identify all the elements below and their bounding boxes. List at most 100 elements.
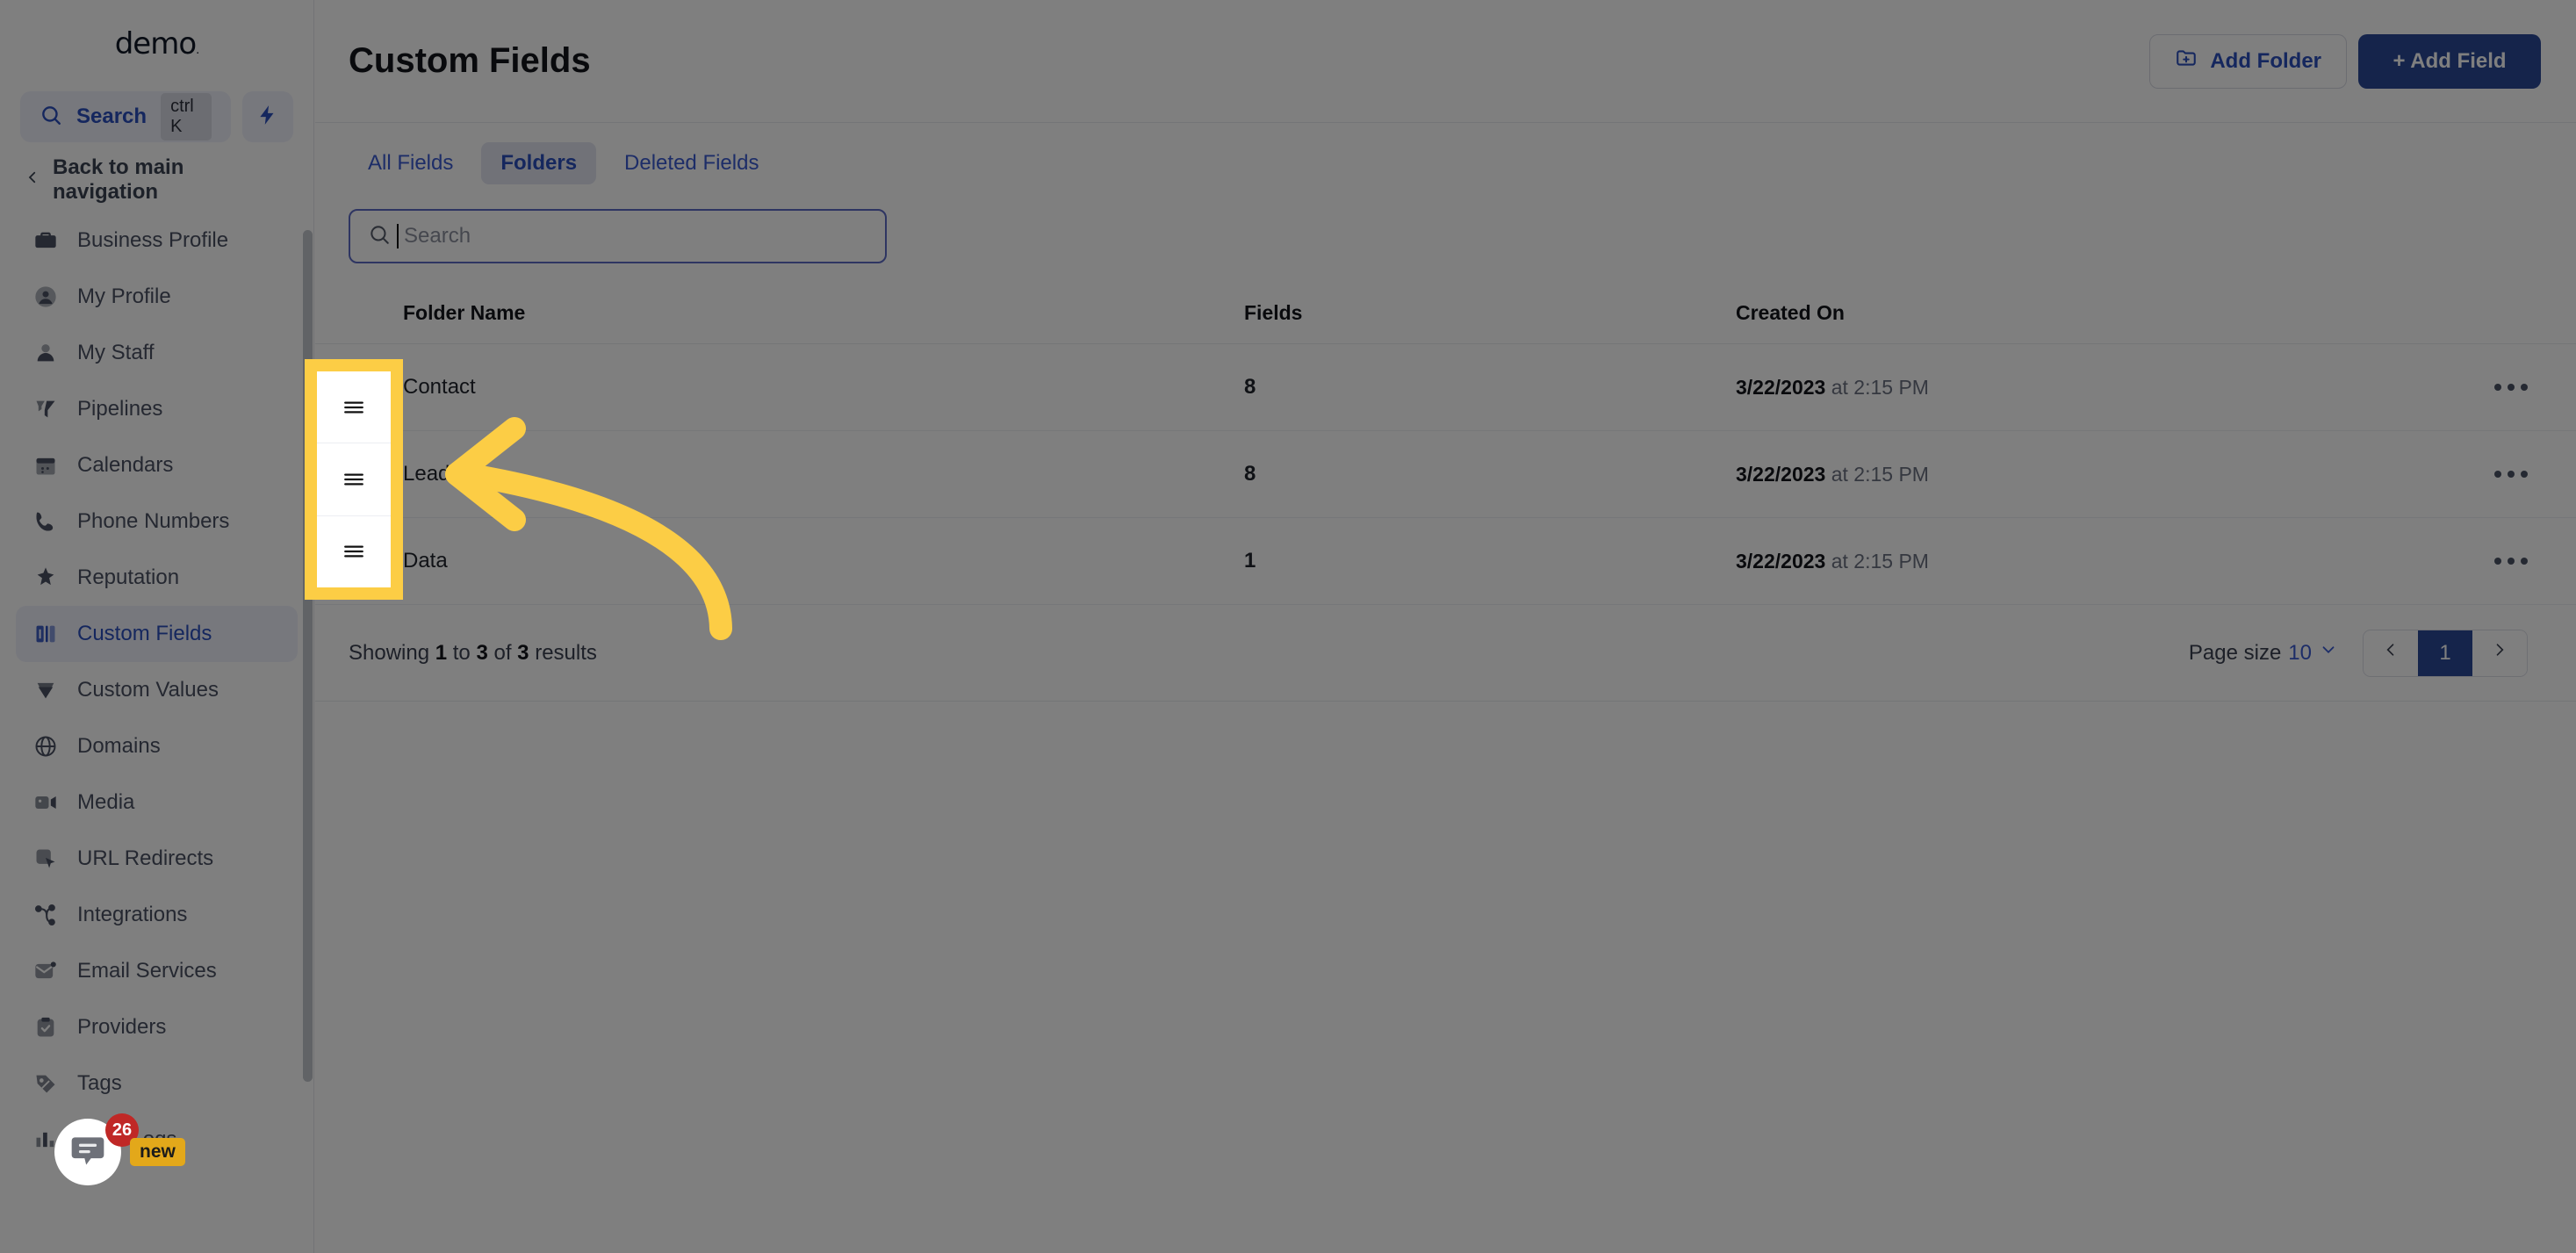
sidebar-item-integrations[interactable]: Integrations bbox=[16, 887, 298, 943]
global-search-label: Search bbox=[76, 104, 148, 128]
sidebar-item-label: Integrations bbox=[77, 903, 188, 926]
cell-created-on: 3/22/2023 at 2:15 PM bbox=[1736, 550, 2422, 573]
sidebar-item-domains[interactable]: Domains bbox=[16, 718, 298, 774]
sidebar-item-label: Reputation bbox=[77, 565, 180, 589]
star-sparkle-icon bbox=[32, 564, 60, 592]
sidebar-item-label: Calendars bbox=[77, 453, 174, 477]
tab-deleted-fields[interactable]: Deleted Fields bbox=[605, 142, 778, 184]
sidebar-scrollbar[interactable] bbox=[303, 230, 313, 1082]
sidebar-item-label: Providers bbox=[77, 1015, 167, 1039]
add-field-button[interactable]: + Add Field bbox=[2358, 33, 2541, 89]
sidebar-item-email-services[interactable]: Email Services bbox=[16, 943, 298, 999]
highlighted-drag-handle-1[interactable] bbox=[317, 371, 391, 444]
created-time: at 2:15 PM bbox=[1831, 549, 1929, 572]
back-to-main-navigation[interactable]: Back to main navigation bbox=[0, 148, 313, 212]
sidebar-item-business-profile[interactable]: Business Profile bbox=[16, 212, 298, 269]
chevron-down-icon bbox=[2319, 640, 2338, 666]
brand-logo: demo. bbox=[0, 0, 313, 88]
sidebar-item-calendars[interactable]: Calendars bbox=[16, 437, 298, 493]
chevron-left-icon bbox=[2382, 640, 2400, 666]
table-header-row: Folder Name Fields Created On bbox=[315, 283, 2576, 344]
phone-icon bbox=[32, 508, 60, 536]
cell-folder-name: Contact bbox=[403, 375, 476, 399]
search-placeholder: Search bbox=[404, 224, 471, 248]
cell-fields-count: 1 bbox=[1244, 549, 1256, 572]
highlighted-drag-handle-3[interactable] bbox=[317, 516, 391, 587]
chat-new-badge: new bbox=[130, 1138, 185, 1166]
sidebar-item-tags[interactable]: Tags bbox=[16, 1055, 298, 1112]
sidebar-item-custom-values[interactable]: Custom Values bbox=[16, 662, 298, 718]
sidebar-item-custom-fields[interactable]: Custom Fields bbox=[16, 606, 298, 662]
created-time: at 2:15 PM bbox=[1831, 375, 1929, 399]
page-title: Custom Fields bbox=[349, 41, 591, 80]
table-row[interactable]: Lead gen 8 3/22/2023 at 2:15 PM bbox=[315, 431, 2576, 518]
cell-folder-name: Lead gen bbox=[403, 462, 492, 486]
page-size-value: 10 bbox=[2288, 640, 2312, 665]
add-field-label: + Add Field bbox=[2393, 48, 2507, 73]
sidebar-item-pipelines[interactable]: Pipelines bbox=[16, 381, 298, 437]
back-nav-label: Back to main navigation bbox=[53, 155, 184, 204]
highlighted-drag-handle-2[interactable] bbox=[317, 443, 391, 516]
gem-icon bbox=[32, 676, 60, 704]
pagination-prev-button[interactable] bbox=[2364, 630, 2418, 676]
sidebar-item-url-redirects[interactable]: URL Redirects bbox=[16, 831, 298, 887]
video-camera-icon bbox=[32, 789, 60, 817]
brand-name: demo bbox=[114, 26, 197, 61]
row-actions-menu[interactable] bbox=[2422, 558, 2528, 565]
search-input[interactable]: Search bbox=[349, 209, 887, 263]
cell-folder-name: Data bbox=[403, 549, 448, 572]
chevron-right-icon bbox=[2491, 640, 2508, 666]
column-header-created-on[interactable]: Created On bbox=[1736, 301, 2422, 325]
sidebar-item-label: My Staff bbox=[77, 341, 155, 364]
sidebar-item-label: Custom Values bbox=[77, 678, 219, 702]
sidebar-item-label: Phone Numbers bbox=[77, 509, 230, 533]
row-actions-menu[interactable] bbox=[2422, 384, 2528, 391]
sidebar-item-phone-numbers[interactable]: Phone Numbers bbox=[16, 493, 298, 550]
sidebar-item-label: My Profile bbox=[77, 284, 171, 308]
row-actions-menu[interactable] bbox=[2422, 471, 2528, 478]
sidebar-item-my-staff[interactable]: My Staff bbox=[16, 325, 298, 381]
page-header: Custom Fields Add Folder + Add Field bbox=[315, 0, 2576, 123]
cell-created-on: 3/22/2023 at 2:15 PM bbox=[1736, 463, 2422, 486]
app-root: demo. Search ctrl K Back to main navigat… bbox=[0, 0, 2576, 1253]
folder-plus-icon bbox=[2175, 47, 2198, 76]
table-row[interactable]: Data 1 3/22/2023 at 2:15 PM bbox=[315, 518, 2576, 605]
sidebar: demo. Search ctrl K Back to main navigat… bbox=[0, 0, 314, 1253]
page-size-selector[interactable]: Page size 10 bbox=[2189, 640, 2338, 666]
sidebar-item-label: Email Services bbox=[77, 959, 217, 983]
clipboard-check-icon bbox=[32, 1013, 60, 1041]
sidebar-item-media[interactable]: Media bbox=[16, 774, 298, 831]
ellipsis-icon bbox=[2494, 471, 2528, 478]
sidebar-item-label: URL Redirects bbox=[77, 846, 214, 870]
tab-all-fields[interactable]: All Fields bbox=[349, 142, 472, 184]
column-header-folder-name[interactable]: Folder Name bbox=[349, 301, 1244, 325]
global-search-button[interactable]: Search ctrl K bbox=[20, 91, 231, 142]
tag-icon bbox=[32, 1069, 60, 1098]
sidebar-item-providers[interactable]: Providers bbox=[16, 999, 298, 1055]
quick-actions-button[interactable] bbox=[242, 91, 293, 142]
add-folder-button[interactable]: Add Folder bbox=[2149, 33, 2347, 89]
search-icon bbox=[40, 104, 62, 131]
created-time: at 2:15 PM bbox=[1831, 462, 1929, 486]
showing-to: 3 bbox=[476, 640, 488, 665]
sidebar-search-row: Search ctrl K bbox=[0, 91, 313, 142]
tab-folders[interactable]: Folders bbox=[481, 142, 597, 184]
chat-bubble-icon bbox=[68, 1131, 107, 1174]
sidebar-item-reputation[interactable]: Reputation bbox=[16, 550, 298, 606]
pagination-page-1[interactable]: 1 bbox=[2418, 630, 2472, 676]
sidebar-nav-list: Business Profile My Profile My Staff Pip… bbox=[0, 212, 313, 1168]
showing-of: of bbox=[493, 640, 512, 665]
header-actions: Add Folder + Add Field bbox=[2149, 33, 2541, 89]
sidebar-item-my-profile[interactable]: My Profile bbox=[16, 269, 298, 325]
table-row[interactable]: Contact 8 3/22/2023 at 2:15 PM bbox=[315, 344, 2576, 431]
custom-fields-icon bbox=[32, 620, 60, 648]
search-icon bbox=[368, 223, 391, 250]
calendar-icon bbox=[32, 451, 60, 479]
pagination-next-button[interactable] bbox=[2472, 630, 2527, 676]
column-header-fields[interactable]: Fields bbox=[1244, 301, 1736, 325]
sidebar-item-label: Domains bbox=[77, 734, 161, 758]
chevron-left-icon bbox=[25, 167, 40, 194]
cell-created-on: 3/22/2023 at 2:15 PM bbox=[1736, 376, 2422, 400]
tab-bar: All Fields Folders Deleted Fields bbox=[315, 123, 2576, 197]
envelope-icon bbox=[32, 957, 60, 985]
